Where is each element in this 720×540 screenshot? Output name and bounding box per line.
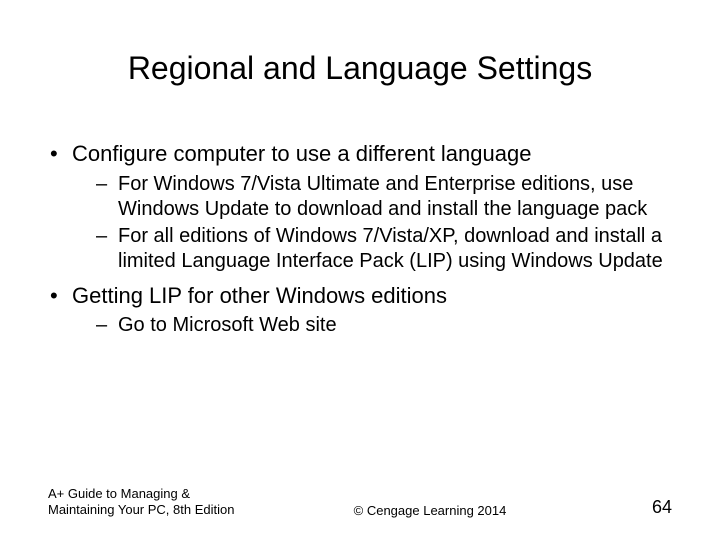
sub-bullet-text: For all editions of Windows 7/Vista/XP, … [118, 225, 663, 272]
slide-number: 64 [612, 497, 672, 518]
bullet-list: Configure computer to use a different la… [48, 140, 672, 338]
bullet-item: Configure computer to use a different la… [48, 140, 672, 274]
slide-title: Regional and Language Settings [0, 50, 720, 87]
sub-bullet-list: Go to Microsoft Web site [72, 313, 672, 338]
sub-bullet-text: For Windows 7/Vista Ultimate and Enterpr… [118, 173, 647, 220]
bullet-item: Getting LIP for other Windows editions G… [48, 282, 672, 339]
footer-left: A+ Guide to Managing & Maintaining Your … [48, 486, 248, 519]
slide: Regional and Language Settings Configure… [0, 0, 720, 540]
sub-bullet-list: For Windows 7/Vista Ultimate and Enterpr… [72, 172, 672, 274]
sub-bullet-text: Go to Microsoft Web site [118, 314, 337, 336]
sub-bullet-item: Go to Microsoft Web site [72, 313, 672, 338]
slide-footer: A+ Guide to Managing & Maintaining Your … [48, 486, 672, 519]
sub-bullet-item: For all editions of Windows 7/Vista/XP, … [72, 224, 672, 274]
bullet-text: Configure computer to use a different la… [72, 141, 531, 166]
sub-bullet-item: For Windows 7/Vista Ultimate and Enterpr… [72, 172, 672, 222]
bullet-text: Getting LIP for other Windows editions [72, 283, 447, 308]
slide-body: Configure computer to use a different la… [48, 140, 672, 346]
footer-center: © Cengage Learning 2014 [248, 503, 612, 518]
